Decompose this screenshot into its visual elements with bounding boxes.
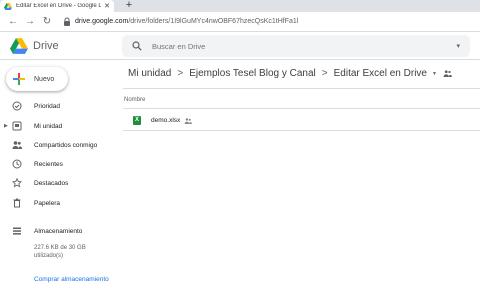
- my-drive-icon: [12, 121, 22, 131]
- sidebar-item-label: Almacenamiento: [34, 227, 83, 235]
- search-options-icon[interactable]: ▾: [456, 42, 460, 50]
- sidebar-item-priority[interactable]: Prioridad: [0, 98, 118, 114]
- drive-favicon-icon: [4, 2, 12, 10]
- tab-close-icon[interactable]: ✕: [104, 3, 110, 10]
- lock-icon[interactable]: [63, 17, 71, 26]
- header-divider: [123, 108, 480, 109]
- sidebar-item-label: Prioridad: [34, 102, 61, 110]
- back-arrow-icon[interactable]: ←: [6, 15, 20, 29]
- sidebar-item-trash[interactable]: Papelera: [0, 195, 118, 211]
- search-icon[interactable]: [132, 41, 142, 51]
- sidebar-item-label: Papelera: [34, 199, 61, 207]
- expand-arrow-icon[interactable]: ▶: [4, 123, 8, 129]
- sidebar-item-label: Mi unidad: [34, 122, 63, 130]
- url-path: /drive/folders/1I9lGuMYc4nwOBF67hzecQsKc…: [128, 18, 299, 25]
- sidebar-item-shared[interactable]: Compartidos conmigo: [0, 137, 118, 153]
- new-button-label: Nuevo: [34, 75, 55, 83]
- breadcrumb-separator: >: [177, 68, 184, 79]
- sidebar-item-recent[interactable]: Recientes: [0, 156, 118, 172]
- breadcrumb-separator: >: [321, 68, 328, 79]
- main-divider: [123, 88, 480, 89]
- column-header-name[interactable]: Nombre: [124, 97, 145, 103]
- star-icon: [12, 178, 22, 188]
- breadcrumb-item[interactable]: Mi unidad: [128, 68, 171, 79]
- browser-tabstrip: Editar Excel en Drive - Google D ✕ +: [0, 0, 480, 12]
- sidebar-item-starred[interactable]: Destacados: [0, 175, 118, 191]
- tab-title: Editar Excel en Drive - Google D: [16, 3, 102, 9]
- search-input[interactable]: [152, 41, 457, 51]
- storage-usage-text: 227.6 KB de 30 GB utilizado(s): [34, 245, 86, 259]
- clock-icon: [12, 159, 22, 169]
- breadcrumb-current[interactable]: Editar Excel en Drive: [334, 68, 427, 79]
- reload-icon[interactable]: ↻: [40, 15, 54, 29]
- breadcrumb: Mi unidad > Ejemplos Tesel Blog y Canal …: [128, 68, 452, 79]
- url-host: drive.google.com: [75, 18, 129, 25]
- breadcrumb-item[interactable]: Ejemplos Tesel Blog y Canal: [189, 68, 316, 79]
- browser-toolbar: ← → ↻ drive.google.com/drive/folders/1I9…: [0, 12, 480, 32]
- browser-tab[interactable]: Editar Excel en Drive - Google D ✕: [0, 0, 114, 12]
- chevron-down-icon[interactable]: ▼: [432, 71, 437, 77]
- shared-people-icon: [12, 141, 22, 149]
- shared-folder-icon: [443, 70, 452, 77]
- sidebar-item-storage[interactable]: Almacenamiento: [0, 223, 118, 239]
- drive-logo-icon[interactable]: [10, 38, 28, 54]
- shared-people-icon: [184, 118, 192, 124]
- sidebar-item-label: Recientes: [34, 160, 63, 168]
- excel-icon: X: [133, 116, 141, 125]
- plus-icon: [13, 73, 25, 85]
- new-button[interactable]: Nuevo: [6, 67, 68, 91]
- sidebar-item-label: Compartidos conmigo: [34, 141, 98, 149]
- new-tab-button[interactable]: +: [124, 0, 134, 12]
- file-row[interactable]: X demo.xlsx: [123, 111, 480, 131]
- storage-icon: [13, 227, 21, 235]
- sidebar-item-label: Destacados: [34, 179, 69, 187]
- drive-header: Drive ▾: [0, 32, 480, 60]
- buy-storage-link[interactable]: Comprar almacenamiento: [34, 276, 109, 283]
- forward-arrow-icon[interactable]: →: [23, 15, 37, 29]
- sidebar-item-my-drive[interactable]: ▶ Mi unidad: [0, 118, 118, 134]
- file-name: demo.xlsx: [151, 117, 181, 124]
- check-circle-icon: [12, 101, 22, 111]
- trash-icon: [13, 198, 21, 208]
- search-bar[interactable]: ▾: [122, 35, 470, 57]
- address-bar[interactable]: drive.google.com/drive/folders/1I9lGuMYc…: [75, 18, 298, 25]
- app-name[interactable]: Drive: [33, 40, 59, 52]
